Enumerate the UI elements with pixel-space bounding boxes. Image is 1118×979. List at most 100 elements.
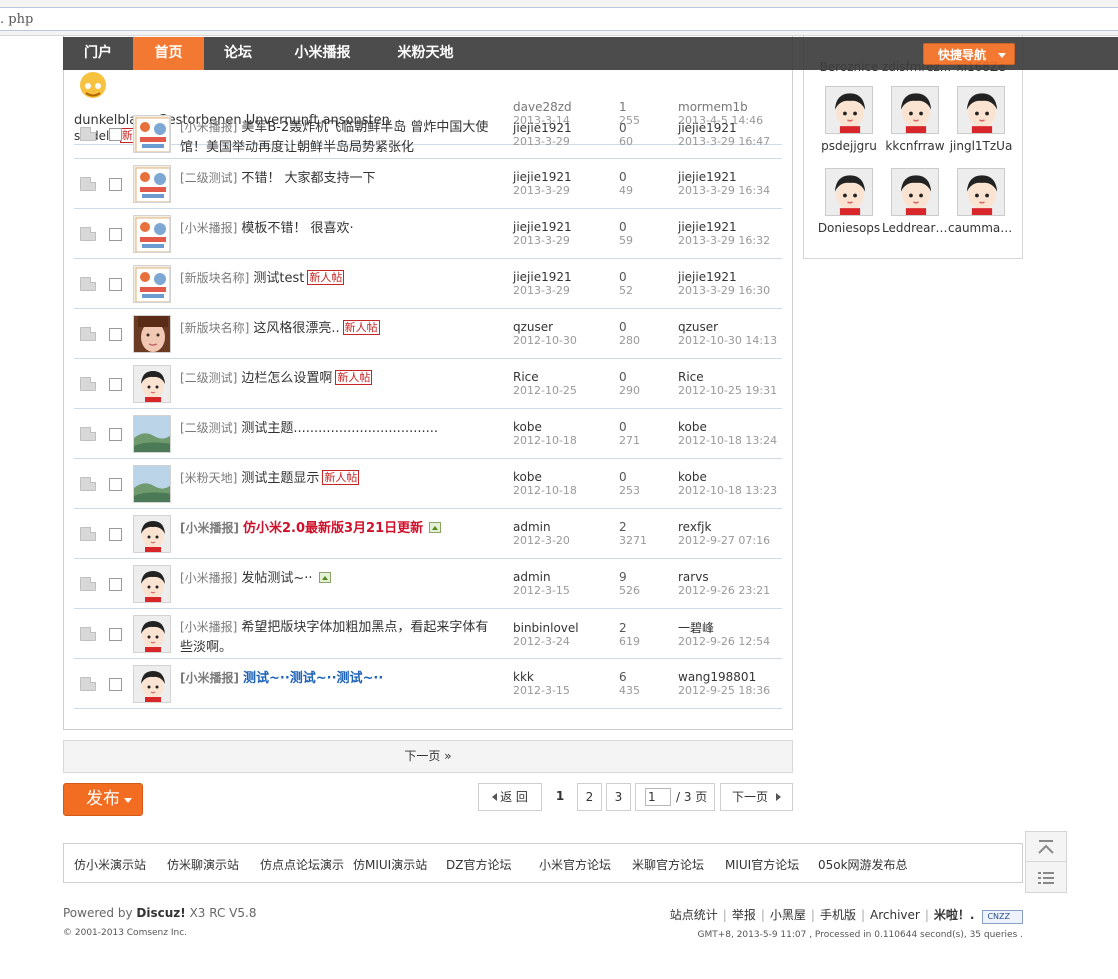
- member-name[interactable]: Leddreart...: [882, 221, 948, 235]
- cnzz-badge[interactable]: CNZZ: [982, 910, 1023, 924]
- member-name[interactable]: psdejjgru: [816, 139, 882, 153]
- thread-category[interactable]: [小米播报]: [180, 571, 237, 585]
- thread-last-post[interactable]: 一碧峰 2012-9-26 12:54: [678, 621, 770, 649]
- folder-icon[interactable]: [80, 477, 96, 491]
- footer-link[interactable]: 手机版: [820, 908, 856, 922]
- thread-author[interactable]: binbinlovel 2012-3-24: [513, 621, 579, 649]
- member-item[interactable]: jingl1TzUa: [948, 86, 1014, 153]
- footer-link[interactable]: 米啦！.: [934, 908, 975, 922]
- thread-checkbox[interactable]: [109, 478, 122, 491]
- member-item[interactable]: kkcnfrraw: [882, 86, 948, 153]
- avatar[interactable]: [957, 86, 1005, 134]
- footer-link[interactable]: 站点统计: [670, 908, 718, 922]
- thread-title-text[interactable]: 边栏怎么设置啊: [241, 371, 332, 386]
- thread-checkbox[interactable]: [109, 578, 122, 591]
- thread-checkbox[interactable]: [109, 178, 122, 191]
- thread-author[interactable]: jiejie1921 2013-3-29: [513, 220, 572, 248]
- page-3[interactable]: 3: [606, 783, 631, 811]
- thread-avatar[interactable]: [133, 515, 171, 553]
- thread-avatar[interactable]: [133, 615, 171, 653]
- thread-checkbox[interactable]: [109, 128, 122, 141]
- folder-icon[interactable]: [80, 577, 96, 591]
- thread-author[interactable]: kobe 2012-10-18: [513, 420, 577, 448]
- next-page-bar[interactable]: 下一页 »: [63, 740, 793, 773]
- thread-last-post[interactable]: kobe 2012-10-18 13:24: [678, 420, 777, 448]
- thread-title[interactable]: [小米播报] 美军B-2轰炸机飞临朝鲜半岛 曾炸中国大使馆！美国举动再度让朝鲜半岛…: [180, 117, 500, 158]
- thread-avatar[interactable]: [133, 365, 171, 403]
- thread-title-text[interactable]: 模板不错！ 很喜欢·: [241, 221, 353, 236]
- thread-avatar[interactable]: [133, 265, 171, 303]
- folder-icon[interactable]: [80, 427, 96, 441]
- member-item[interactable]: caummajek: [948, 168, 1014, 235]
- footer-link[interactable]: 小黑屋: [770, 908, 806, 922]
- thread-category[interactable]: [新版块名称]: [180, 271, 249, 285]
- thread-title[interactable]: [二级测试] 测试主题..............................…: [180, 418, 500, 439]
- thread-last-post[interactable]: jiejie1921 2013-3-29 16:32: [678, 220, 770, 248]
- thread-last-post[interactable]: qzuser 2012-10-30 14:13: [678, 320, 777, 348]
- thread-avatar[interactable]: [133, 415, 171, 453]
- friend-link[interactable]: MIUI官方论坛: [725, 856, 799, 873]
- thread-title[interactable]: [小米播报] 测试~··测试~··测试~··: [180, 668, 500, 689]
- thread-title[interactable]: [小米播报] 仿小米2.0最新版3月21日更新: [180, 518, 500, 539]
- nav-item-1[interactable]: 首页: [133, 37, 204, 70]
- thread-last-post[interactable]: jiejie1921 2013-3-29 16:30: [678, 270, 770, 298]
- page-jump-input[interactable]: 1: [645, 788, 671, 806]
- back-button[interactable]: 返 回: [478, 783, 542, 811]
- thread-avatar[interactable]: [133, 215, 171, 253]
- thread-title-text[interactable]: 测试主题...................................: [241, 421, 438, 436]
- friend-link[interactable]: 仿米聊演示站: [167, 856, 239, 873]
- member-name[interactable]: kkcnfrraw: [882, 139, 948, 153]
- thread-title[interactable]: [米粉天地] 测试主题显示 新人帖: [180, 468, 500, 489]
- thread-checkbox[interactable]: [109, 628, 122, 641]
- thread-author[interactable]: jiejie1921 2013-3-29: [513, 270, 572, 298]
- thread-avatar[interactable]: [133, 565, 171, 603]
- thread-last-post[interactable]: kobe 2012-10-18 13:23: [678, 470, 777, 498]
- folder-icon[interactable]: [80, 377, 96, 391]
- thread-author[interactable]: Rice 2012-10-25: [513, 370, 577, 398]
- folder-icon[interactable]: [80, 227, 96, 241]
- member-name[interactable]: jingl1TzUa: [948, 139, 1014, 153]
- friend-link[interactable]: 仿小米演示站: [74, 856, 146, 873]
- friend-link[interactable]: 米聊官方论坛: [632, 856, 704, 873]
- thread-avatar[interactable]: [133, 465, 171, 503]
- thread-checkbox[interactable]: [109, 328, 122, 341]
- discuz-link[interactable]: Discuz!: [136, 906, 185, 920]
- thread-checkbox[interactable]: [109, 378, 122, 391]
- nav-item-3[interactable]: 小米播报: [272, 37, 373, 70]
- thread-checkbox[interactable]: [109, 428, 122, 441]
- quick-nav-button[interactable]: 快捷导航: [923, 43, 1015, 65]
- thread-category[interactable]: [小米播报]: [180, 221, 237, 235]
- footer-link[interactable]: 举报: [732, 908, 756, 922]
- page-1[interactable]: 1: [548, 783, 572, 811]
- avatar[interactable]: [891, 86, 939, 134]
- member-name[interactable]: Doniesops: [816, 221, 882, 235]
- thread-title[interactable]: [新版块名称] 这风格很漂亮.. 新人帖: [180, 318, 500, 339]
- thread-title[interactable]: [新版块名称] 测试test 新人帖: [180, 268, 500, 289]
- thread-title[interactable]: [二级测试] 不错！ 大家都支持一下: [180, 168, 500, 189]
- thread-title-text[interactable]: 不错！ 大家都支持一下: [241, 171, 375, 186]
- thread-last-post[interactable]: rexfjk 2012-9-27 07:16: [678, 520, 770, 548]
- thread-checkbox[interactable]: [109, 528, 122, 541]
- url-field[interactable]: . php: [0, 7, 1118, 31]
- folder-icon[interactable]: [80, 127, 96, 141]
- thread-category[interactable]: [小米播报]: [180, 521, 239, 535]
- thread-title[interactable]: [小米播报] 发帖测试~··: [180, 568, 500, 589]
- back-to-top-icon[interactable]: [1026, 832, 1066, 862]
- thread-author[interactable]: kkk 2012-3-15: [513, 670, 570, 698]
- thread-avatar[interactable]: [133, 315, 171, 353]
- thread-title-text[interactable]: 发帖测试~··: [241, 571, 312, 586]
- friend-link[interactable]: 05ok网游发布总: [818, 856, 908, 873]
- list-icon[interactable]: [1026, 863, 1066, 893]
- nav-item-0[interactable]: 门户: [63, 37, 133, 70]
- thread-last-post[interactable]: rarvs 2012-9-26 23:21: [678, 570, 770, 598]
- member-name[interactable]: caummajek: [948, 221, 1014, 235]
- thread-author[interactable]: qzuser 2012-10-30: [513, 320, 577, 348]
- folder-icon[interactable]: [80, 327, 96, 341]
- member-item[interactable]: psdejjgru: [816, 86, 882, 153]
- friend-link[interactable]: 仿点点论坛演示: [260, 856, 344, 873]
- thread-author[interactable]: jiejie1921 2013-3-29: [513, 170, 572, 198]
- friend-link[interactable]: 仿MIUI演示站: [353, 856, 427, 873]
- folder-icon[interactable]: [80, 627, 96, 641]
- thread-checkbox[interactable]: [109, 678, 122, 691]
- folder-icon[interactable]: [80, 277, 96, 291]
